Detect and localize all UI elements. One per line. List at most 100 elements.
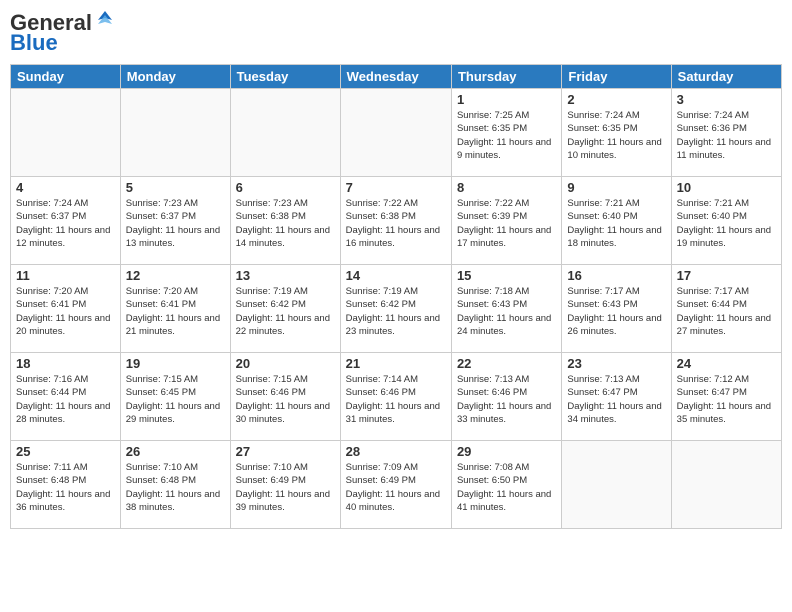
calendar-cell: 17 Sunrise: 7:17 AM Sunset: 6:44 PM Dayli…: [671, 265, 781, 353]
day-info: Sunrise: 7:24 AM Sunset: 6:37 PM Dayligh…: [16, 197, 115, 250]
weekday-header-row: SundayMondayTuesdayWednesdayThursdayFrid…: [11, 65, 782, 89]
day-number: 10: [677, 180, 776, 195]
day-info: Sunrise: 7:13 AM Sunset: 6:46 PM Dayligh…: [457, 373, 556, 426]
weekday-wednesday: Wednesday: [340, 65, 451, 89]
day-info: Sunrise: 7:17 AM Sunset: 6:43 PM Dayligh…: [567, 285, 665, 338]
day-number: 19: [126, 356, 225, 371]
calendar: SundayMondayTuesdayWednesdayThursdayFrid…: [10, 64, 782, 529]
day-number: 12: [126, 268, 225, 283]
day-number: 20: [236, 356, 335, 371]
day-number: 2: [567, 92, 665, 107]
day-number: 25: [16, 444, 115, 459]
day-info: Sunrise: 7:23 AM Sunset: 6:37 PM Dayligh…: [126, 197, 225, 250]
day-info: Sunrise: 7:19 AM Sunset: 6:42 PM Dayligh…: [236, 285, 335, 338]
calendar-cell: 29 Sunrise: 7:08 AM Sunset: 6:50 PM Dayli…: [451, 441, 561, 529]
calendar-cell: 19Sunrise: 7:15 AM Sunset: 6:45 PM Dayli…: [120, 353, 230, 441]
week-row-5: 25 Sunrise: 7:11 AM Sunset: 6:48 PM Dayli…: [11, 441, 782, 529]
weekday-saturday: Saturday: [671, 65, 781, 89]
day-number: 28: [346, 444, 446, 459]
calendar-cell: 14 Sunrise: 7:19 AM Sunset: 6:42 PM Dayli…: [340, 265, 451, 353]
calendar-cell: 15Sunrise: 7:18 AM Sunset: 6:43 PM Dayli…: [451, 265, 561, 353]
calendar-cell: [340, 89, 451, 177]
logo-bird-icon: [94, 11, 116, 29]
day-number: 7: [346, 180, 446, 195]
logo-container: General Blue: [10, 10, 116, 56]
day-info: Sunrise: 7:14 AM Sunset: 6:46 PM Dayligh…: [346, 373, 446, 426]
day-info: Sunrise: 7:22 AM Sunset: 6:39 PM Dayligh…: [457, 197, 556, 250]
day-info: Sunrise: 7:11 AM Sunset: 6:48 PM Dayligh…: [16, 461, 115, 514]
day-number: 1: [457, 92, 556, 107]
day-info: Sunrise: 7:09 AM Sunset: 6:49 PM Dayligh…: [346, 461, 446, 514]
weekday-tuesday: Tuesday: [230, 65, 340, 89]
day-number: 14: [346, 268, 446, 283]
day-info: Sunrise: 7:10 AM Sunset: 6:49 PM Dayligh…: [236, 461, 335, 514]
day-info: Sunrise: 7:23 AM Sunset: 6:38 PM Dayligh…: [236, 197, 335, 250]
header: General Blue: [10, 10, 782, 56]
day-info: Sunrise: 7:20 AM Sunset: 6:41 PM Dayligh…: [126, 285, 225, 338]
calendar-cell: 23Sunrise: 7:13 AM Sunset: 6:47 PM Dayli…: [562, 353, 671, 441]
day-number: 13: [236, 268, 335, 283]
day-number: 22: [457, 356, 556, 371]
day-number: 5: [126, 180, 225, 195]
weekday-thursday: Thursday: [451, 65, 561, 89]
calendar-cell: [671, 441, 781, 529]
calendar-cell: 8 Sunrise: 7:22 AM Sunset: 6:39 PM Daylig…: [451, 177, 561, 265]
calendar-cell: 1 Sunrise: 7:25 AM Sunset: 6:35 PM Daylig…: [451, 89, 561, 177]
calendar-cell: 10Sunrise: 7:21 AM Sunset: 6:40 PM Dayli…: [671, 177, 781, 265]
calendar-cell: 22 Sunrise: 7:13 AM Sunset: 6:46 PM Dayli…: [451, 353, 561, 441]
calendar-cell: [562, 441, 671, 529]
day-info: Sunrise: 7:25 AM Sunset: 6:35 PM Dayligh…: [457, 109, 556, 162]
logo: General Blue: [10, 10, 116, 56]
day-info: Sunrise: 7:24 AM Sunset: 6:35 PM Dayligh…: [567, 109, 665, 162]
week-row-2: 4 Sunrise: 7:24 AM Sunset: 6:37 PM Daylig…: [11, 177, 782, 265]
day-info: Sunrise: 7:19 AM Sunset: 6:42 PM Dayligh…: [346, 285, 446, 338]
calendar-cell: 26Sunrise: 7:10 AM Sunset: 6:48 PM Dayli…: [120, 441, 230, 529]
calendar-cell: [230, 89, 340, 177]
calendar-cell: 3 Sunrise: 7:24 AM Sunset: 6:36 PM Daylig…: [671, 89, 781, 177]
day-info: Sunrise: 7:16 AM Sunset: 6:44 PM Dayligh…: [16, 373, 115, 426]
calendar-cell: 7 Sunrise: 7:22 AM Sunset: 6:38 PM Daylig…: [340, 177, 451, 265]
day-info: Sunrise: 7:24 AM Sunset: 6:36 PM Dayligh…: [677, 109, 776, 162]
day-info: Sunrise: 7:17 AM Sunset: 6:44 PM Dayligh…: [677, 285, 776, 338]
calendar-cell: 4 Sunrise: 7:24 AM Sunset: 6:37 PM Daylig…: [11, 177, 121, 265]
week-row-4: 18 Sunrise: 7:16 AM Sunset: 6:44 PM Dayli…: [11, 353, 782, 441]
day-number: 6: [236, 180, 335, 195]
day-number: 18: [16, 356, 115, 371]
weekday-monday: Monday: [120, 65, 230, 89]
week-row-3: 11 Sunrise: 7:20 AM Sunset: 6:41 PM Dayli…: [11, 265, 782, 353]
day-number: 24: [677, 356, 776, 371]
calendar-cell: 6 Sunrise: 7:23 AM Sunset: 6:38 PM Daylig…: [230, 177, 340, 265]
day-info: Sunrise: 7:13 AM Sunset: 6:47 PM Dayligh…: [567, 373, 665, 426]
calendar-cell: 5 Sunrise: 7:23 AM Sunset: 6:37 PM Daylig…: [120, 177, 230, 265]
week-row-1: 1 Sunrise: 7:25 AM Sunset: 6:35 PM Daylig…: [11, 89, 782, 177]
day-number: 17: [677, 268, 776, 283]
calendar-cell: 2 Sunrise: 7:24 AM Sunset: 6:35 PM Daylig…: [562, 89, 671, 177]
calendar-cell: 16Sunrise: 7:17 AM Sunset: 6:43 PM Dayli…: [562, 265, 671, 353]
day-info: Sunrise: 7:08 AM Sunset: 6:50 PM Dayligh…: [457, 461, 556, 514]
day-number: 15: [457, 268, 556, 283]
calendar-cell: 24Sunrise: 7:12 AM Sunset: 6:47 PM Dayli…: [671, 353, 781, 441]
page: General Blue SundayMondayTuesdayWednesda…: [0, 0, 792, 612]
day-number: 4: [16, 180, 115, 195]
calendar-cell: [11, 89, 121, 177]
calendar-cell: 25 Sunrise: 7:11 AM Sunset: 6:48 PM Dayli…: [11, 441, 121, 529]
day-number: 11: [16, 268, 115, 283]
day-info: Sunrise: 7:22 AM Sunset: 6:38 PM Dayligh…: [346, 197, 446, 250]
calendar-cell: 11 Sunrise: 7:20 AM Sunset: 6:41 PM Dayli…: [11, 265, 121, 353]
calendar-cell: 18 Sunrise: 7:16 AM Sunset: 6:44 PM Dayli…: [11, 353, 121, 441]
day-number: 29: [457, 444, 556, 459]
calendar-cell: 9Sunrise: 7:21 AM Sunset: 6:40 PM Daylig…: [562, 177, 671, 265]
day-number: 21: [346, 356, 446, 371]
weekday-sunday: Sunday: [11, 65, 121, 89]
calendar-cell: 20 Sunrise: 7:15 AM Sunset: 6:46 PM Dayli…: [230, 353, 340, 441]
day-number: 8: [457, 180, 556, 195]
calendar-cell: 12 Sunrise: 7:20 AM Sunset: 6:41 PM Dayli…: [120, 265, 230, 353]
day-number: 26: [126, 444, 225, 459]
day-number: 27: [236, 444, 335, 459]
day-number: 3: [677, 92, 776, 107]
calendar-cell: 21 Sunrise: 7:14 AM Sunset: 6:46 PM Dayli…: [340, 353, 451, 441]
day-info: Sunrise: 7:20 AM Sunset: 6:41 PM Dayligh…: [16, 285, 115, 338]
day-info: Sunrise: 7:21 AM Sunset: 6:40 PM Dayligh…: [567, 197, 665, 250]
day-info: Sunrise: 7:15 AM Sunset: 6:46 PM Dayligh…: [236, 373, 335, 426]
calendar-cell: 13 Sunrise: 7:19 AM Sunset: 6:42 PM Dayli…: [230, 265, 340, 353]
